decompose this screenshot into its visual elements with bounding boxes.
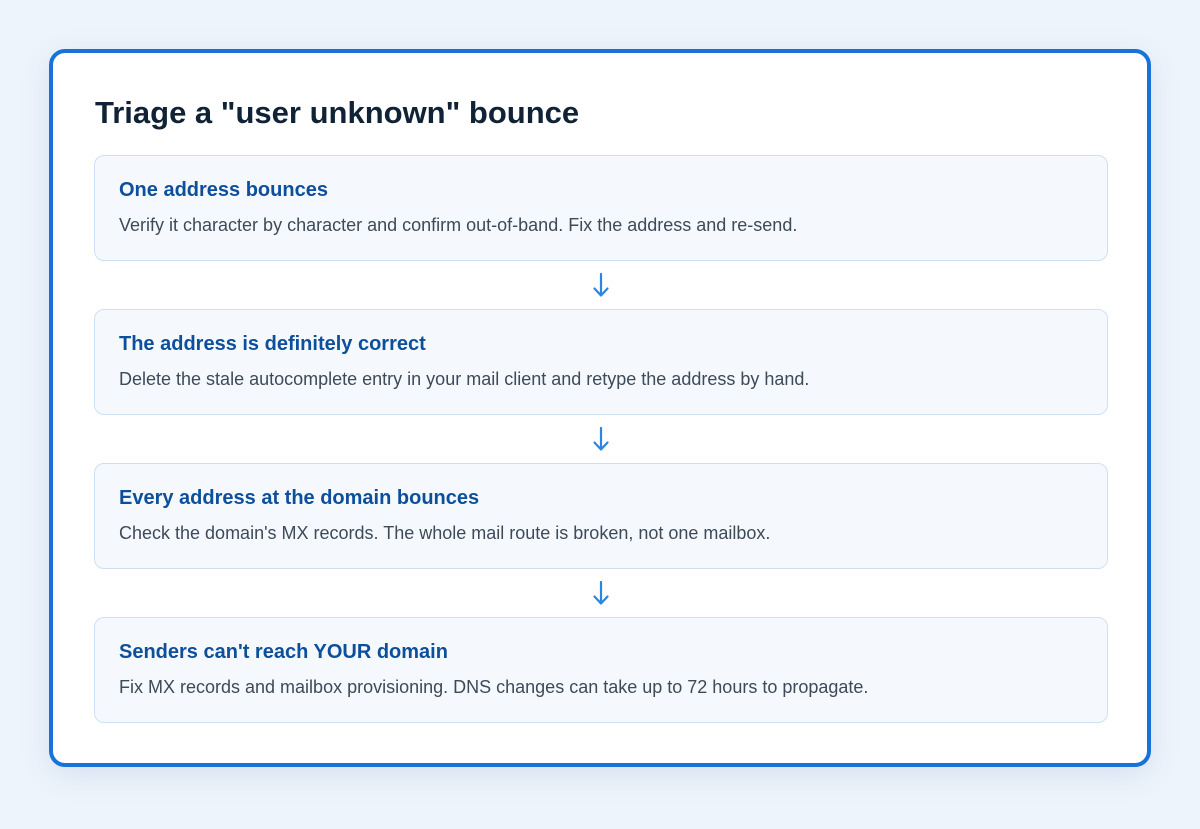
flow-card: Triage a "user unknown" bounce One addre… <box>49 49 1151 767</box>
step-description: Check the domain's MX records. The whole… <box>119 523 771 543</box>
step-description: Fix MX records and mailbox provisioning.… <box>119 677 869 697</box>
step-box-2: The address is definitely correct Delete… <box>94 309 1108 415</box>
arrow-down-icon <box>593 426 609 451</box>
flow-connector <box>94 261 1108 309</box>
step-title: Every address at the domain bounces <box>119 487 480 509</box>
step-title: Senders can't reach YOUR domain <box>119 641 448 663</box>
step-box-1: One address bounces Verify it character … <box>94 155 1108 261</box>
flow-connector <box>94 569 1108 617</box>
step-title: One address bounces <box>119 179 328 201</box>
arrow-down-icon <box>593 580 609 605</box>
step-box-3: Every address at the domain bounces Chec… <box>94 463 1108 569</box>
step-description: Verify it character by character and con… <box>119 215 798 235</box>
step-list: One address bounces Verify it character … <box>94 155 1108 723</box>
step-box-4: Senders can't reach YOUR domain Fix MX r… <box>94 617 1108 723</box>
flow-connector <box>94 415 1108 463</box>
step-description: Delete the stale autocomplete entry in y… <box>119 369 810 389</box>
arrow-down-icon <box>593 272 609 297</box>
diagram-title: Triage a "user unknown" bounce <box>95 95 580 130</box>
step-title: The address is definitely correct <box>119 333 426 355</box>
